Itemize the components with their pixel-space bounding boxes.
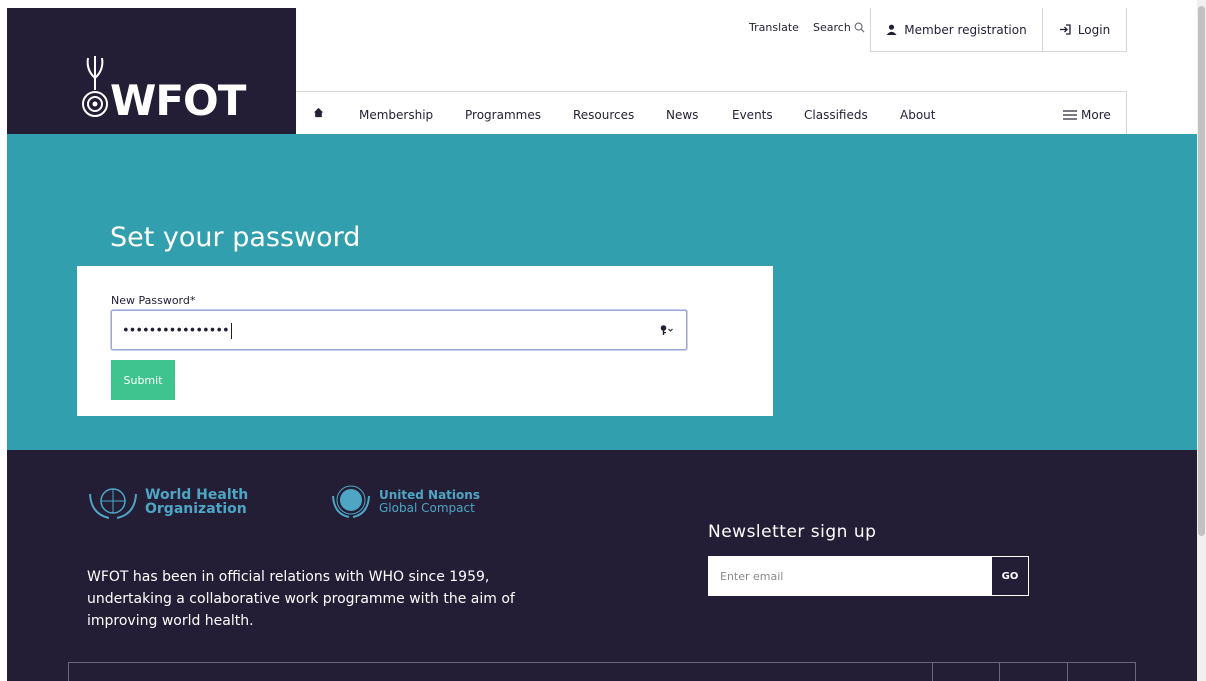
ungc-name-line2: Global Compact <box>379 501 475 515</box>
page-scrollbar[interactable] <box>1197 0 1206 681</box>
newsletter-go-button[interactable]: GO <box>991 556 1029 596</box>
page-title: Set your password <box>110 222 361 253</box>
password-value: •••••••••••••••• <box>122 323 232 339</box>
footer-bar-cell[interactable] <box>1067 663 1135 681</box>
new-password-input[interactable]: •••••••••••••••• <box>111 310 687 350</box>
more-label: More <box>1081 108 1111 122</box>
utility-bar: Translate Search Member registration Log… <box>296 8 1127 52</box>
nav-news[interactable]: News <box>666 108 698 122</box>
footer-bar-cell[interactable] <box>999 663 1067 681</box>
password-dots: •••••••••••••••• <box>122 323 230 339</box>
newsletter-email-input[interactable]: Enter email <box>708 556 991 596</box>
login-label: Login <box>1077 22 1111 37</box>
scrollbar-thumb[interactable] <box>1198 6 1205 536</box>
newsletter-title: Newsletter sign up <box>708 522 877 542</box>
nav-more[interactable]: More <box>1063 108 1111 122</box>
home-icon <box>313 107 324 118</box>
wfot-logo-icon <box>82 56 108 117</box>
home-link[interactable] <box>313 107 324 121</box>
search-label: Search <box>813 21 851 34</box>
logo-link[interactable]: WFOT <box>7 8 296 134</box>
translate-link[interactable]: Translate <box>749 21 799 34</box>
email-placeholder: Enter email <box>720 570 784 583</box>
nav-programmes[interactable]: Programmes <box>465 108 541 122</box>
password-key-icon[interactable] <box>660 324 674 336</box>
text-caret <box>230 323 232 339</box>
who-partner[interactable]: World Health Organization <box>87 484 248 520</box>
new-password-label: New Password* <box>111 294 196 307</box>
menu-icon <box>1063 110 1077 120</box>
site-header: WFOT Translate Search Member registratio… <box>0 0 1197 134</box>
page: WFOT Translate Search Member registratio… <box>0 0 1206 681</box>
member-registration-label: Member registration <box>904 22 1027 37</box>
search-icon <box>854 22 865 33</box>
footer-social-bar <box>68 662 1136 681</box>
login-icon <box>1059 24 1071 35</box>
nav-resources[interactable]: Resources <box>573 108 634 122</box>
nav-membership[interactable]: Membership <box>359 108 433 122</box>
footer-bar-cell[interactable] <box>932 663 1000 681</box>
nav-classifieds[interactable]: Classifieds <box>804 108 868 122</box>
submit-button[interactable]: Submit <box>111 360 175 400</box>
search-link[interactable]: Search <box>813 21 865 34</box>
site-footer: World Health Organization United Nations… <box>7 450 1197 681</box>
who-name-line2: Organization <box>145 501 247 517</box>
who-name-line1: World Health <box>145 487 249 503</box>
member-registration-button[interactable]: Member registration <box>870 8 1042 52</box>
nav-about[interactable]: About <box>900 108 935 122</box>
un-global-compact-icon <box>332 485 370 518</box>
password-form: New Password* •••••••••••••••• Submit <box>77 266 773 416</box>
who-relations-text: WFOT has been in official relations with… <box>87 569 515 629</box>
login-button[interactable]: Login <box>1042 8 1127 52</box>
password-hero: Set your password New Password* ••••••••… <box>7 134 1197 450</box>
nav-events[interactable]: Events <box>732 108 773 122</box>
un-global-compact-partner[interactable]: United Nations Global Compact <box>329 484 480 520</box>
logo-text: WFOT <box>110 76 246 125</box>
who-emblem-icon <box>89 488 137 519</box>
main-nav: Membership Programmes Resources News Eve… <box>296 91 1127 134</box>
user-icon <box>886 24 897 35</box>
